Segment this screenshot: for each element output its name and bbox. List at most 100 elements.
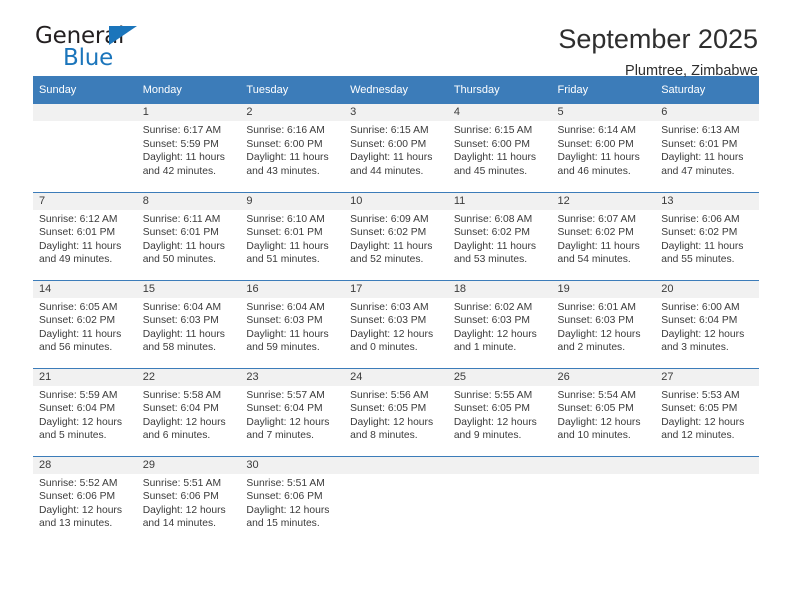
sunrise-text: Sunrise: 6:01 AM <box>557 301 636 313</box>
calendar-day-cell[interactable]: 4 Sunrise: 6:15 AM Sunset: 6:00 PM Daylight… <box>447 104 552 192</box>
daylight-text-line1: Daylight: 12 hours <box>453 416 537 428</box>
daylight-text-line2: and 7 minutes. <box>246 430 314 442</box>
calendar-day-cell[interactable]: 2 Sunrise: 6:16 AM Sunset: 6:00 PM Daylight… <box>240 104 345 192</box>
daylight-text-line1: Daylight: 12 hours <box>350 328 434 340</box>
calendar-week-row: 21 Sunrise: 5:59 AM Sunset: 6:04 PM Dayligh… <box>33 367 759 456</box>
calendar-day-cell[interactable]: 23 Sunrise: 5:57 AM Sunset: 6:04 PM Dayligh… <box>240 367 345 456</box>
daylight-text-line1: Daylight: 11 hours <box>557 152 640 164</box>
day-details: Sunrise: 6:00 AM Sunset: 6:04 PM Daylight:… <box>655 298 759 355</box>
day-number: 1 <box>136 104 241 121</box>
sunrise-text: Sunrise: 6:10 AM <box>246 213 325 225</box>
daylight-text-line2: and 55 minutes. <box>661 254 735 266</box>
calendar-day-cell[interactable]: 29 Sunrise: 5:51 AM Sunset: 6:06 PM Dayligh… <box>136 455 241 544</box>
calendar-day-cell[interactable]: 15 Sunrise: 6:04 AM Sunset: 6:03 PM Dayligh… <box>136 279 241 368</box>
day-details: Sunrise: 6:04 AM Sunset: 6:03 PM Daylight:… <box>137 298 241 355</box>
calendar-day-cell[interactable]: 27 Sunrise: 5:53 AM Sunset: 6:05 PM Dayligh… <box>655 367 759 456</box>
calendar-week-row: 14 Sunrise: 6:05 AM Sunset: 6:02 PM Dayligh… <box>33 279 759 368</box>
day-details: Sunrise: 5:55 AM Sunset: 6:05 PM Daylight:… <box>448 386 552 443</box>
calendar-day-cell[interactable]: 16 Sunrise: 6:04 AM Sunset: 6:03 PM Dayligh… <box>240 279 345 368</box>
calendar-day-cell[interactable]: 9 Sunrise: 6:10 AM Sunset: 6:01 PM Daylight… <box>240 191 345 280</box>
calendar-day-cell[interactable]: 1 Sunrise: 6:17 AM Sunset: 5:59 PM Daylight… <box>136 104 241 192</box>
page-subtitle: Plumtree, Zimbabwe <box>625 63 758 79</box>
day-details: Sunrise: 6:03 AM Sunset: 6:03 PM Daylight:… <box>344 298 448 355</box>
sunrise-text: Sunrise: 5:58 AM <box>142 389 222 401</box>
sunset-text: Sunset: 6:01 PM <box>661 138 738 150</box>
calendar-day-cell[interactable]: 30 Sunrise: 5:51 AM Sunset: 6:06 PM Dayligh… <box>240 455 345 544</box>
calendar-day-cell[interactable]: 28 Sunrise: 5:52 AM Sunset: 6:06 PM Dayligh… <box>33 455 137 544</box>
daylight-text-line1: Daylight: 12 hours <box>142 416 226 428</box>
sunrise-text: Sunrise: 6:04 AM <box>142 301 222 313</box>
sunset-text: Sunset: 6:01 PM <box>142 227 219 239</box>
sunset-text: Sunset: 6:06 PM <box>39 491 116 503</box>
day-details: Sunrise: 6:05 AM Sunset: 6:02 PM Daylight:… <box>33 298 137 355</box>
calendar-empty-cell <box>33 104 137 192</box>
day-number: 17 <box>344 280 448 298</box>
calendar-day-cell[interactable]: 11 Sunrise: 6:08 AM Sunset: 6:02 PM Dayligh… <box>447 191 552 280</box>
calendar-day-cell[interactable]: 20 Sunrise: 6:00 AM Sunset: 6:04 PM Dayligh… <box>655 279 759 368</box>
daylight-text-line2: and 49 minutes. <box>39 254 113 266</box>
calendar-day-cell[interactable]: 21 Sunrise: 5:59 AM Sunset: 6:04 PM Dayligh… <box>33 367 137 456</box>
daylight-text-line2: and 51 minutes. <box>246 254 320 266</box>
sunrise-text: Sunrise: 6:15 AM <box>453 125 533 136</box>
calendar-day-cell[interactable]: 18 Sunrise: 6:02 AM Sunset: 6:03 PM Dayligh… <box>447 279 552 368</box>
daylight-text-line2: and 12 minutes. <box>661 430 735 442</box>
sunrise-text: Sunrise: 6:14 AM <box>557 125 636 136</box>
day-number: 2 <box>240 104 345 121</box>
calendar-day-cell[interactable]: 25 Sunrise: 5:55 AM Sunset: 6:05 PM Dayligh… <box>447 367 552 456</box>
calendar-body: 1 Sunrise: 6:17 AM Sunset: 5:59 PM Daylight… <box>33 104 759 544</box>
daylight-text-line2: and 1 minute. <box>453 342 517 354</box>
day-number: 11 <box>447 192 552 210</box>
sunrise-text: Sunrise: 6:00 AM <box>661 301 740 313</box>
day-number: 27 <box>655 368 759 386</box>
daylight-text-line2: and 9 minutes. <box>453 430 522 442</box>
day-number: 3 <box>344 104 448 121</box>
day-number: 22 <box>136 368 241 386</box>
calendar-day-cell[interactable]: 24 Sunrise: 5:56 AM Sunset: 6:05 PM Dayligh… <box>344 367 448 456</box>
day-number: 10 <box>344 192 448 210</box>
calendar-day-cell[interactable]: 17 Sunrise: 6:03 AM Sunset: 6:03 PM Dayligh… <box>344 279 448 368</box>
daylight-text-line1: Daylight: 12 hours <box>39 504 122 516</box>
daylight-text-line2: and 0 minutes. <box>350 342 418 354</box>
sunset-text: Sunset: 6:05 PM <box>453 403 530 415</box>
day-details: Sunrise: 5:53 AM Sunset: 6:05 PM Daylight:… <box>655 386 759 443</box>
calendar-day-cell[interactable]: 8 Sunrise: 6:11 AM Sunset: 6:01 PM Daylight… <box>136 191 241 280</box>
day-details: Sunrise: 6:13 AM Sunset: 6:01 PM Daylight:… <box>655 121 759 178</box>
sunset-text: Sunset: 6:05 PM <box>661 403 738 415</box>
sunset-text: Sunset: 6:03 PM <box>557 315 634 327</box>
logo-general-blue[interactable]: General Blue <box>35 24 150 72</box>
day-details: Sunrise: 6:10 AM Sunset: 6:01 PM Daylight:… <box>240 210 344 267</box>
calendar-day-cell[interactable]: 26 Sunrise: 5:54 AM Sunset: 6:05 PM Dayligh… <box>551 367 656 456</box>
calendar-day-cell[interactable]: 7 Sunrise: 6:12 AM Sunset: 6:01 PM Daylight… <box>33 191 137 280</box>
day-number: 29 <box>136 456 241 474</box>
day-number: 12 <box>551 192 656 210</box>
calendar-day-cell[interactable]: 13 Sunrise: 6:06 AM Sunset: 6:02 PM Dayligh… <box>655 191 759 280</box>
calendar-day-cell[interactable]: 19 Sunrise: 6:01 AM Sunset: 6:03 PM Dayligh… <box>551 279 656 368</box>
sunrise-text: Sunrise: 6:02 AM <box>453 301 533 313</box>
daylight-text-line1: Daylight: 11 hours <box>246 328 329 340</box>
sunrise-text: Sunrise: 5:59 AM <box>39 389 118 401</box>
daylight-text-line1: Daylight: 12 hours <box>661 416 745 428</box>
daylight-text-line1: Daylight: 11 hours <box>246 240 329 252</box>
daylight-text-line2: and 10 minutes. <box>557 430 631 442</box>
calendar-day-cell[interactable]: 22 Sunrise: 5:58 AM Sunset: 6:04 PM Dayligh… <box>136 367 241 456</box>
day-number <box>655 456 759 474</box>
sunrise-text: Sunrise: 6:07 AM <box>557 213 636 225</box>
day-details: Sunrise: 6:09 AM Sunset: 6:02 PM Daylight:… <box>344 210 448 267</box>
calendar-day-cell[interactable]: 3 Sunrise: 6:15 AM Sunset: 6:00 PM Daylight… <box>344 104 448 192</box>
sunset-text: Sunset: 6:04 PM <box>246 403 323 415</box>
calendar-day-cell[interactable]: 10 Sunrise: 6:09 AM Sunset: 6:02 PM Dayligh… <box>344 191 448 280</box>
weekday-header-monday: Monday <box>136 76 241 104</box>
calendar-day-cell[interactable]: 5 Sunrise: 6:14 AM Sunset: 6:00 PM Daylight… <box>551 104 656 192</box>
calendar-day-cell[interactable]: 12 Sunrise: 6:07 AM Sunset: 6:02 PM Dayligh… <box>551 191 656 280</box>
daylight-text-line2: and 50 minutes. <box>142 254 216 266</box>
daylight-text-line2: and 8 minutes. <box>350 430 418 442</box>
sunrise-text: Sunrise: 5:55 AM <box>453 389 533 401</box>
day-number <box>33 104 137 121</box>
calendar-day-cell[interactable]: 6 Sunrise: 6:13 AM Sunset: 6:01 PM Daylight… <box>655 104 759 192</box>
day-details: Sunrise: 6:16 AM Sunset: 6:00 PM Daylight:… <box>240 121 344 178</box>
daylight-text-line1: Daylight: 12 hours <box>246 416 330 428</box>
calendar-day-cell[interactable]: 14 Sunrise: 6:05 AM Sunset: 6:02 PM Dayligh… <box>33 279 137 368</box>
day-details: Sunrise: 6:01 AM Sunset: 6:03 PM Daylight:… <box>552 298 656 355</box>
sunrise-text: Sunrise: 5:51 AM <box>246 477 325 489</box>
daylight-text-line2: and 42 minutes. <box>142 165 216 177</box>
